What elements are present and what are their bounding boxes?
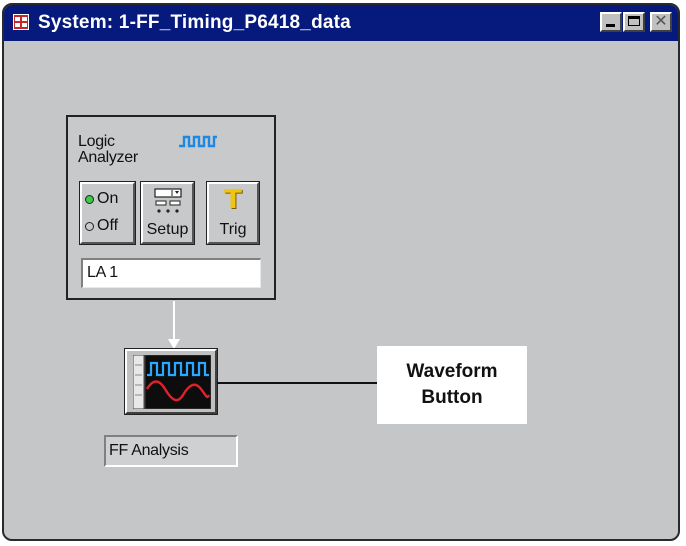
system-window-icon[interactable] bbox=[13, 14, 29, 30]
logic-analyzer-label: Logic Analyzer bbox=[78, 133, 138, 166]
close-button[interactable]: ✕ bbox=[650, 11, 672, 32]
callout-leader-line bbox=[217, 382, 379, 384]
off-radio[interactable]: Off bbox=[85, 217, 118, 235]
waveform-window-name-field[interactable]: FF Analysis bbox=[104, 435, 238, 467]
on-indicator-icon bbox=[85, 194, 94, 204]
square-wave-icon bbox=[179, 135, 217, 148]
maximize-button[interactable] bbox=[623, 12, 645, 32]
setup-icon bbox=[154, 188, 182, 213]
minimize-button[interactable] bbox=[600, 12, 622, 32]
on-label: On bbox=[97, 190, 119, 207]
on-off-toggle[interactable]: On Off bbox=[79, 181, 136, 245]
window-title: System: 1-FF_Timing_P6418_data bbox=[38, 12, 351, 33]
trigger-icon: T bbox=[224, 185, 242, 215]
title-bar[interactable]: System: 1-FF_Timing_P6418_data ✕ bbox=[4, 5, 678, 41]
trig-label: Trig bbox=[219, 221, 247, 238]
trig-button[interactable]: T Trig bbox=[206, 181, 260, 245]
logic-analyzer-panel: Logic Analyzer On Off Setup T Trig LA 1 bbox=[66, 115, 276, 300]
waveform-button[interactable] bbox=[124, 348, 218, 415]
off-label: Off bbox=[97, 217, 119, 234]
instance-name-field[interactable]: LA 1 bbox=[81, 258, 261, 288]
close-icon: ✕ bbox=[654, 11, 668, 30]
setup-label: Setup bbox=[146, 221, 189, 238]
system-window: System: 1-FF_Timing_P6418_data ✕ Logic A… bbox=[2, 3, 680, 541]
off-indicator-icon bbox=[85, 221, 94, 231]
on-radio[interactable]: On bbox=[85, 190, 118, 208]
arrow-down-icon bbox=[168, 339, 180, 349]
waveform-icon bbox=[133, 355, 211, 409]
maximize-icon bbox=[628, 16, 640, 26]
setup-button[interactable]: Setup bbox=[140, 181, 195, 245]
waveform-button-callout: Waveform Button bbox=[377, 346, 527, 424]
minimize-icon bbox=[606, 24, 615, 27]
